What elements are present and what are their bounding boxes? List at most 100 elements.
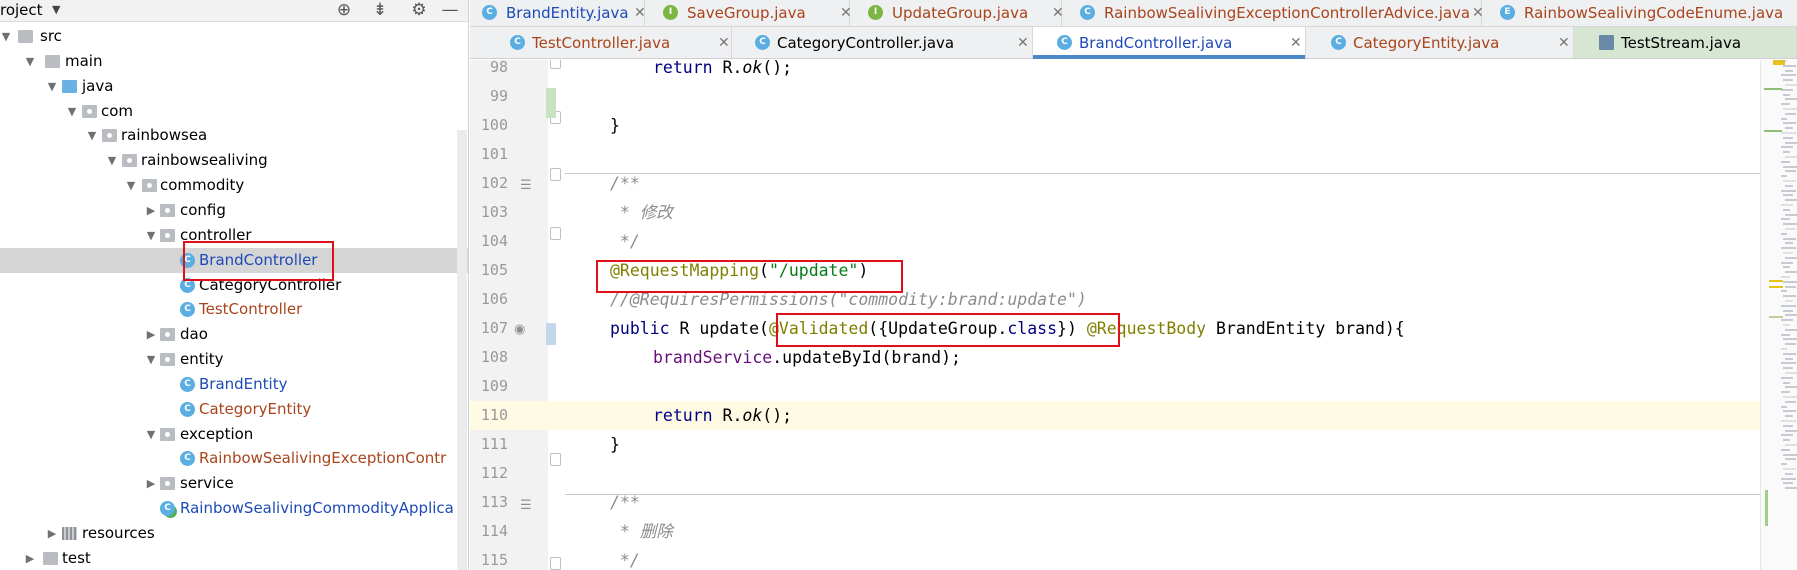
code-line[interactable]: 107 public R update(@Validated({UpdateGro… — [470, 314, 1760, 343]
tree-item[interactable]: C RainbowSealivingExceptionContr — [0, 446, 468, 471]
expand-arrow-icon[interactable]: ▼ — [86, 123, 98, 148]
code-editor[interactable]: 98 return R.ok(); 99 100} 101 102/** 103 * 修改 1… — [470, 60, 1797, 570]
collapse-icon[interactable]: ⇟ — [370, 0, 390, 20]
minimap-line — [1785, 98, 1797, 101]
minimap-line — [1783, 208, 1790, 211]
editor-tab[interactable]: E RainbowSealivingCodeEnume.java — [1482, 0, 1797, 26]
code-line[interactable]: 114 * 删除 — [470, 517, 1760, 546]
collapse-arrow-icon[interactable]: ▶ — [24, 546, 36, 570]
tree-item[interactable]: ▶ service — [0, 471, 468, 496]
editor-tab[interactable]: C TestController.java ✕ — [470, 27, 732, 58]
code-line[interactable]: 105 @RequestMapping("/update") — [470, 256, 1760, 285]
tree-item[interactable]: C RainbowSealivingCommodityApplica — [0, 496, 468, 521]
close-icon[interactable]: ✕ — [718, 32, 730, 54]
tree-item[interactable]: ▼ main — [0, 49, 468, 74]
close-icon[interactable]: ✕ — [1017, 32, 1029, 54]
tree-item[interactable]: C CategoryController — [0, 273, 468, 298]
close-icon[interactable]: ✕ — [634, 3, 646, 23]
code-line[interactable]: 112 — [470, 459, 1760, 488]
package-icon — [82, 104, 97, 118]
panel-title[interactable]: roject — [0, 0, 43, 20]
fold-marker-icon[interactable] — [550, 557, 561, 570]
close-icon[interactable]: ✕ — [1558, 32, 1570, 54]
tree-item[interactable]: ▼ rainbowsealiving — [0, 148, 468, 173]
expand-arrow-icon[interactable]: ▼ — [125, 173, 137, 198]
error-stripe-mark[interactable] — [1764, 88, 1782, 90]
expand-arrow-icon[interactable]: ▼ — [106, 148, 118, 173]
expand-arrow-icon[interactable]: ▼ — [145, 422, 157, 447]
expand-arrow-icon[interactable]: ▼ — [46, 74, 58, 99]
editor-tab[interactable]: TestStream.java — [1574, 27, 1797, 58]
code-line[interactable]: 109 — [470, 372, 1760, 401]
code-line[interactable]: 104 */ — [470, 227, 1760, 256]
tree-item[interactable]: C CategoryEntity — [0, 397, 468, 422]
tree-item[interactable]: ▶ config — [0, 198, 468, 223]
vcs-change-marker[interactable] — [546, 88, 556, 118]
collapse-arrow-icon[interactable]: ▶ — [145, 198, 157, 223]
error-stripe-mark[interactable] — [1769, 280, 1783, 282]
tree-item[interactable]: ▶ dao — [0, 322, 468, 347]
tree-item[interactable]: ▼ controller — [0, 223, 468, 248]
expand-arrow-icon[interactable]: ▼ — [66, 99, 78, 124]
code-line[interactable]: 98 return R.ok(); — [470, 60, 1760, 82]
package-icon — [160, 477, 175, 491]
expand-arrow-icon[interactable]: ▼ — [145, 347, 157, 372]
expand-arrow-icon[interactable]: ▼ — [145, 223, 157, 248]
tree-item[interactable]: ▼ com — [0, 99, 468, 124]
tree-item[interactable]: C BrandController — [0, 247, 468, 273]
code-line[interactable]: 111} — [470, 430, 1760, 459]
error-stripe-mark[interactable] — [1769, 286, 1783, 288]
request-mapping-gutter-icon[interactable]: ◉ — [514, 322, 525, 337]
editor-tab[interactable]: C BrandController.java ✕ — [1033, 27, 1306, 59]
tree-item[interactable]: ▼ exception — [0, 422, 468, 447]
collapse-arrow-icon[interactable]: ▶ — [46, 521, 58, 546]
editor-tab[interactable]: C CategoryEntity.java ✕ — [1306, 27, 1574, 58]
minimize-icon[interactable]: — — [440, 0, 460, 20]
tree-item[interactable]: C BrandEntity — [0, 372, 468, 397]
tree-item[interactable]: ▼ entity — [0, 347, 468, 372]
tree-item[interactable]: ▼ rainbowsea — [0, 123, 468, 148]
error-stripe-mark[interactable] — [1769, 316, 1783, 318]
doc-comment-toggle-icon[interactable]: ☰ — [520, 178, 532, 193]
editor-tab[interactable]: C BrandEntity.java ✕ — [464, 0, 646, 26]
tree-item[interactable]: ▶ test — [0, 546, 468, 570]
tree-item[interactable]: ▼ commodity — [0, 173, 468, 198]
line-number: 115 — [480, 551, 508, 569]
triangle-down-icon[interactable]: ▼ — [52, 0, 60, 20]
collapse-arrow-icon[interactable]: ▶ — [145, 322, 157, 347]
editor-tab[interactable]: C RainbowSealivingExceptionControllerAdvi… — [1062, 0, 1484, 26]
collapse-arrow-icon[interactable]: ▶ — [145, 471, 157, 496]
fold-marker-icon[interactable] — [550, 453, 561, 466]
fold-marker-icon[interactable] — [550, 227, 561, 240]
fold-marker-icon[interactable] — [550, 60, 561, 69]
code-line[interactable]: 106 //@RequiresPermissions("commodity:bra… — [470, 285, 1760, 314]
error-stripe-mark[interactable] — [1764, 130, 1782, 132]
expand-arrow-icon[interactable]: ▼ — [24, 49, 36, 74]
tree-item[interactable]: ▶ resources — [0, 521, 468, 546]
error-stripe-mark[interactable] — [1765, 490, 1768, 526]
code-line[interactable]: 113 /** — [470, 488, 1760, 517]
gear-icon[interactable]: ⚙ — [409, 0, 429, 20]
code-line[interactable]: 103 * 修改 — [470, 198, 1760, 227]
editor-tab[interactable]: C CategoryController.java ✕ — [732, 27, 1033, 58]
doc-comment-toggle-icon[interactable]: ☰ — [520, 498, 532, 513]
code-line[interactable]: 100} — [470, 111, 1760, 140]
code-line[interactable]: 110 return R.ok(); — [470, 401, 1760, 430]
expand-arrow-icon[interactable]: ▼ — [0, 24, 12, 49]
code-line[interactable]: 101 — [470, 140, 1760, 169]
tree-item[interactable]: C TestController — [0, 297, 468, 322]
code-line[interactable]: 115 */ — [470, 546, 1760, 570]
package-icon — [102, 129, 117, 143]
minimap-gutter[interactable] — [1760, 60, 1797, 570]
vcs-change-marker[interactable] — [546, 323, 556, 345]
editor-tab[interactable]: I SaveGroup.java ✕ — [645, 0, 852, 26]
fold-marker-icon[interactable] — [550, 168, 561, 181]
locate-icon[interactable]: ⊕ — [334, 0, 354, 20]
editor-tab[interactable]: I UpdateGroup.java ✕ — [850, 0, 1064, 26]
close-icon[interactable]: ✕ — [1290, 32, 1302, 54]
tree-item[interactable]: ▼ src — [0, 24, 468, 49]
code-line[interactable]: 99 — [470, 82, 1760, 111]
tree-item[interactable]: ▼ java — [0, 74, 468, 99]
code-line[interactable]: 108 brandService.updateById(brand); — [470, 343, 1760, 372]
panel-scrollbar[interactable] — [457, 130, 467, 570]
